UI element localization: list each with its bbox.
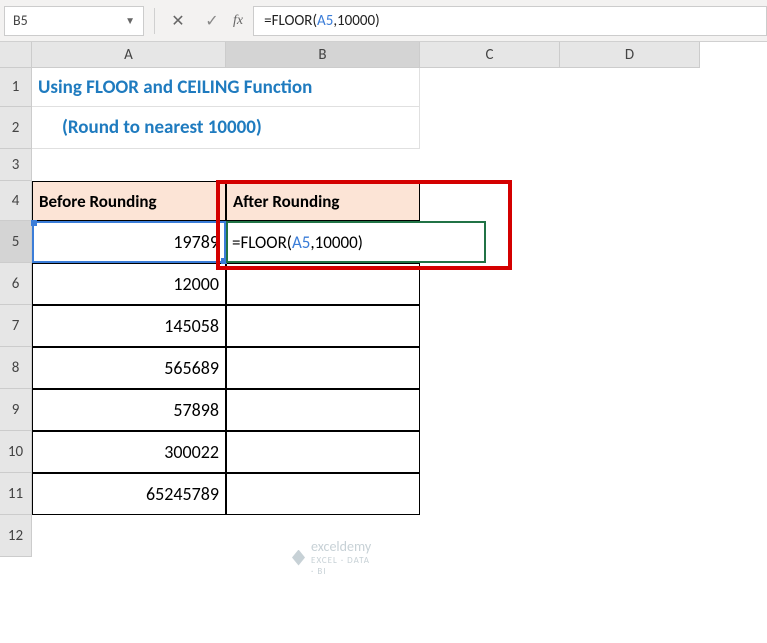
cell-b5-editing[interactable]: =FLOOR(A5,10000): [226, 221, 486, 263]
cell-a11[interactable]: 65245789: [32, 473, 226, 515]
formula-text-suffix: ,10000): [333, 12, 379, 30]
column-headers: A B C D: [32, 42, 700, 68]
col-header-a[interactable]: A: [32, 42, 226, 68]
cell-b8[interactable]: [226, 347, 420, 389]
row-header-2[interactable]: 2: [0, 107, 32, 149]
name-box[interactable]: B5 ▼: [4, 6, 144, 36]
title-line2[interactable]: (Round to nearest 10000): [32, 107, 420, 149]
row-header-3[interactable]: 3: [0, 149, 32, 181]
name-box-value: B5: [13, 12, 28, 29]
inline-formula-prefix: =FLOOR(: [232, 232, 292, 253]
watermark-sub: EXCEL · DATA · BI: [311, 555, 374, 577]
cell-b9[interactable]: [226, 389, 420, 431]
cell-a7[interactable]: 145058: [32, 305, 226, 347]
enter-formula-button[interactable]: ✓: [195, 7, 229, 35]
watermark-logo-icon: [292, 550, 305, 566]
cell-b6[interactable]: [226, 263, 420, 305]
header-after-rounding[interactable]: After Rounding: [226, 181, 420, 221]
cancel-formula-button[interactable]: ✕: [161, 7, 195, 35]
cell-a5[interactable]: 19789: [32, 221, 226, 263]
formula-text-ref: A5: [317, 12, 333, 30]
cell-a8[interactable]: 565689: [32, 347, 226, 389]
header-before-rounding[interactable]: Before Rounding: [32, 181, 226, 221]
formula-input[interactable]: =FLOOR(A5,10000): [253, 6, 767, 36]
watermark: exceldemy EXCEL · DATA · BI: [292, 538, 374, 577]
select-all-corner[interactable]: [0, 42, 32, 68]
cell-b11[interactable]: [226, 473, 420, 515]
cell-a10[interactable]: 300022: [32, 431, 226, 473]
cell-a6[interactable]: 12000: [32, 263, 226, 305]
divider: [154, 8, 155, 34]
col-header-c[interactable]: C: [420, 42, 560, 68]
row-header-4[interactable]: 4: [0, 181, 32, 221]
cell-b10[interactable]: [226, 431, 420, 473]
row-headers: 1 2 3 4 5 6 7 8 9 10 11 12: [0, 68, 32, 557]
row-header-9[interactable]: 9: [0, 389, 32, 431]
inline-formula-suffix: ,10000): [310, 232, 362, 253]
fx-icon[interactable]: fx: [233, 13, 243, 29]
row-header-11[interactable]: 11: [0, 473, 32, 515]
formula-text-prefix: =FLOOR(: [264, 12, 317, 30]
title-line1[interactable]: Using FLOOR and CEILING Function: [32, 68, 420, 107]
chevron-down-icon[interactable]: ▼: [125, 14, 135, 27]
formula-bar: B5 ▼ ✕ ✓ fx =FLOOR(A5,10000): [0, 0, 767, 42]
inline-formula-ref: A5: [292, 232, 310, 253]
row-header-7[interactable]: 7: [0, 305, 32, 347]
row-header-5[interactable]: 5: [0, 221, 32, 263]
row-header-8[interactable]: 8: [0, 347, 32, 389]
row-header-6[interactable]: 6: [0, 263, 32, 305]
col-header-d[interactable]: D: [560, 42, 700, 68]
watermark-name: exceldemy: [311, 538, 371, 555]
row-header-12[interactable]: 12: [0, 515, 32, 557]
cell-b7[interactable]: [226, 305, 420, 347]
row-header-1[interactable]: 1: [0, 68, 32, 107]
col-header-b[interactable]: B: [226, 42, 420, 68]
cell-a9[interactable]: 57898: [32, 389, 226, 431]
row-header-10[interactable]: 10: [0, 431, 32, 473]
